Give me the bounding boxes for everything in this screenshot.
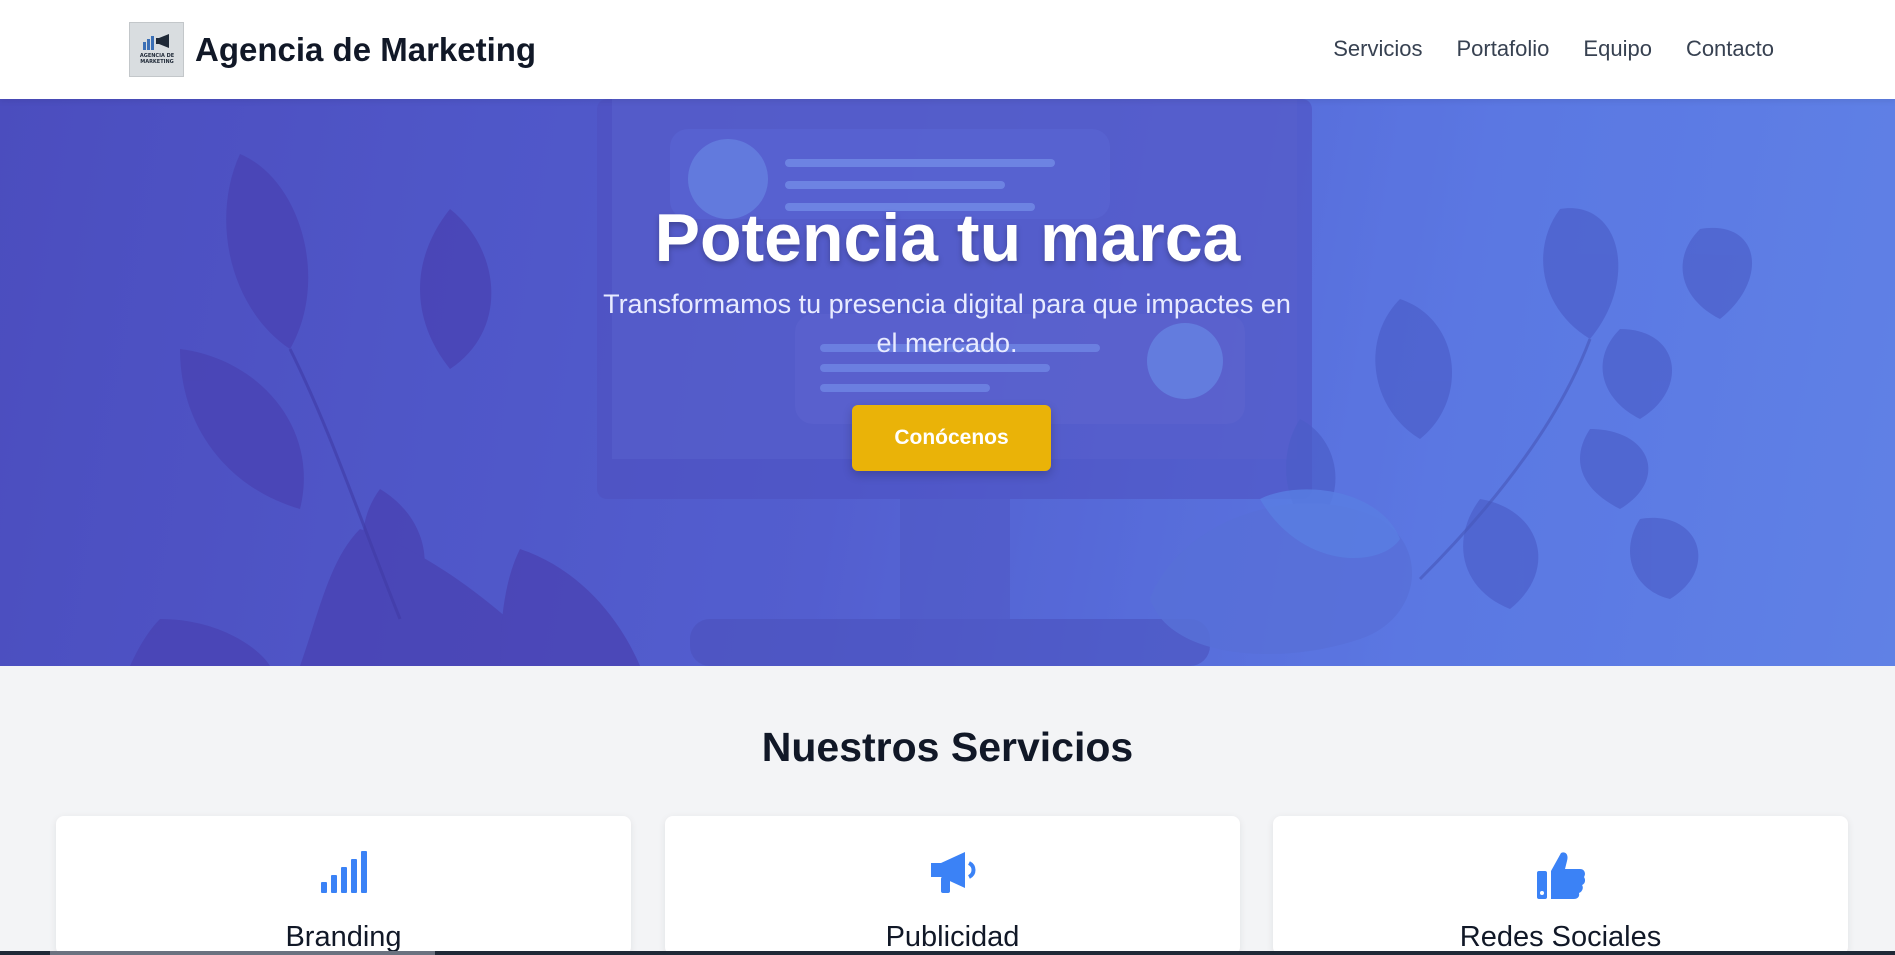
signal-bars-icon — [56, 849, 631, 901]
service-card-redes-sociales[interactable]: Redes Sociales — [1273, 816, 1848, 955]
service-card-branding[interactable]: Branding — [56, 816, 631, 955]
hero-section: Potencia tu marca Transformamos tu prese… — [0, 99, 1895, 666]
services-title: Nuestros Servicios — [761, 724, 1134, 770]
nav-equipo[interactable]: Equipo — [1583, 36, 1652, 62]
megaphone-icon — [665, 849, 1240, 901]
nav-portafolio[interactable]: Portafolio — [1456, 36, 1549, 62]
service-title-branding: Branding — [285, 921, 402, 953]
window-bottom-edge — [0, 951, 1895, 955]
thumbs-up-icon — [1273, 849, 1848, 901]
hero-title: Potencia tu marca — [654, 200, 1241, 276]
horizontal-scrollbar[interactable] — [50, 951, 435, 955]
site-header: AGENCIA DE MARKETING Agencia de Marketin… — [0, 0, 1895, 99]
logo: AGENCIA DE MARKETING — [129, 22, 184, 77]
brand[interactable]: AGENCIA DE MARKETING Agencia de Marketin… — [129, 22, 536, 77]
hero-subtitle: Transformamos tu presencia digital para … — [603, 289, 1291, 358]
hero-content: Potencia tu marca Transformamos tu prese… — [0, 99, 1895, 666]
main-nav: Servicios Portafolio Equipo Contacto — [1333, 36, 1774, 62]
logo-image: AGENCIA DE MARKETING — [134, 27, 179, 72]
service-title-publicidad: Publicidad — [885, 921, 1020, 953]
service-card-publicidad[interactable]: Publicidad — [665, 816, 1240, 955]
conocenos-button[interactable]: Conócenos — [852, 405, 1051, 471]
svg-text:MARKETING: MARKETING — [140, 59, 174, 65]
service-title-redes-sociales: Redes Sociales — [1459, 921, 1662, 953]
site-title: Agencia de Marketing — [195, 30, 537, 68]
nav-servicios[interactable]: Servicios — [1333, 36, 1422, 62]
nav-contacto[interactable]: Contacto — [1686, 36, 1774, 62]
